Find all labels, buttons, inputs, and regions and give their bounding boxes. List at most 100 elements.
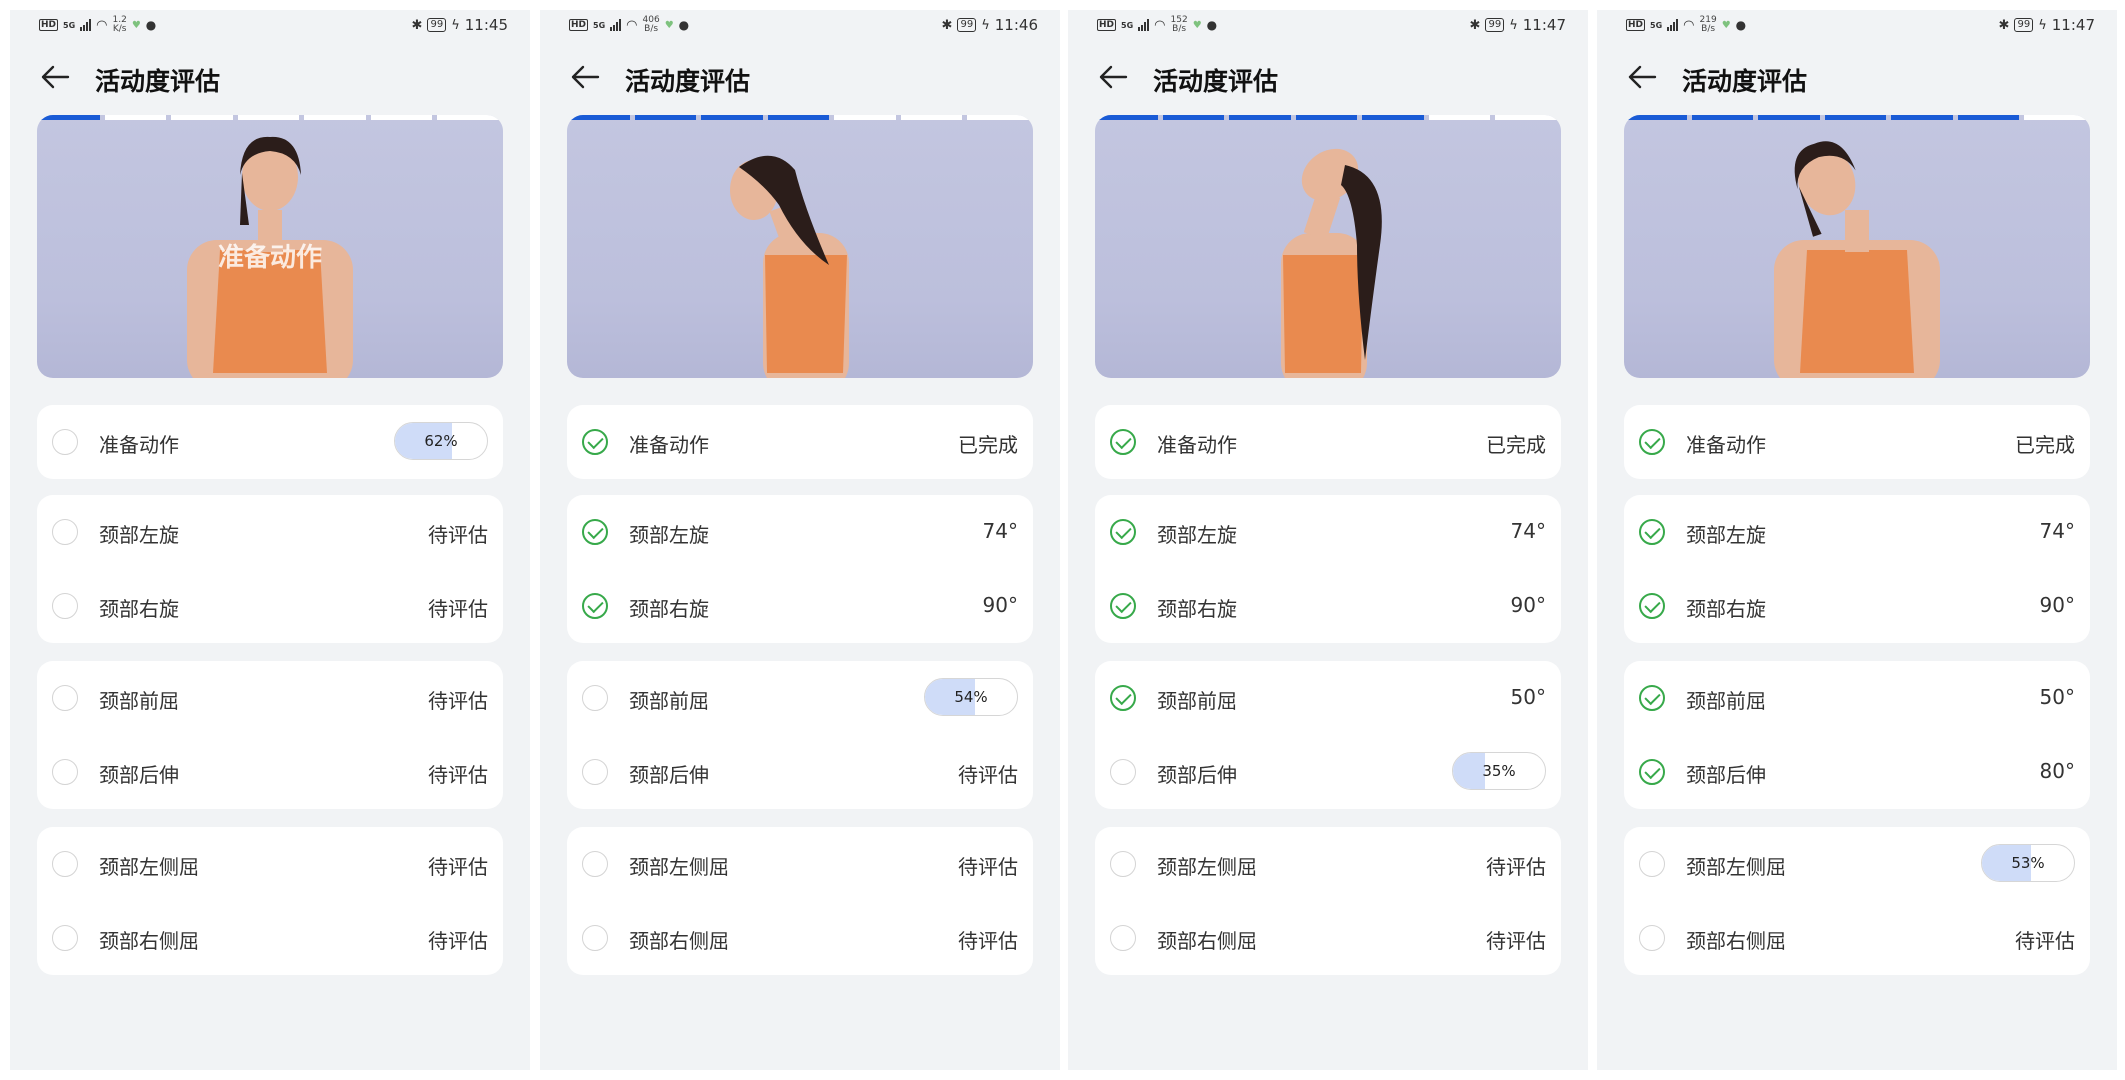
- battery-icon: 99: [2014, 18, 2034, 32]
- assessment-item-value: 待评估: [428, 597, 488, 621]
- model-figure: [1095, 115, 1561, 378]
- assessment-item[interactable]: 颈部左侧屈 待评估: [1095, 827, 1561, 901]
- header: 活动度评估: [1597, 52, 2117, 102]
- back-button[interactable]: [1627, 64, 1657, 90]
- back-button[interactable]: [570, 64, 600, 90]
- assessment-item[interactable]: 颈部后伸 35%: [1095, 735, 1561, 809]
- health-icon: ♥: [1721, 19, 1731, 31]
- page-title: 活动度评估: [1682, 67, 1808, 96]
- battery-icon: 99: [1485, 18, 1505, 32]
- charging-icon: ϟ: [981, 17, 990, 33]
- signal-icon: [80, 19, 92, 31]
- assessment-item[interactable]: 颈部左侧屈 待评估: [567, 827, 1033, 901]
- status-right: ✱ 99 ϟ 11:47: [1470, 16, 1566, 34]
- phone-screen-2: HD 5G ◠ 406 B/s ♥ ● ✱ 99 ϟ 11:46 活动度评估 准备动作 已完成 颈部左旋 7…: [540, 10, 1060, 1070]
- video-progress-segment: [1957, 115, 2020, 120]
- assessment-item[interactable]: 颈部右旋 90°: [1095, 569, 1561, 643]
- assessment-item[interactable]: 颈部右旋 待评估: [37, 569, 503, 643]
- assessment-item-label: 准备动作: [99, 433, 179, 457]
- message-icon: ●: [1735, 17, 1747, 32]
- assessment-progress-text: 54%: [954, 688, 988, 706]
- card-group-1: 准备动作 已完成: [567, 405, 1033, 479]
- card-group-1: 准备动作 62%: [37, 405, 503, 479]
- network-speed: 219 B/s: [1700, 16, 1717, 34]
- empty-circle-icon: [52, 851, 78, 877]
- assessment-item[interactable]: 颈部右侧屈 待评估: [567, 901, 1033, 975]
- check-circle-icon: [582, 593, 608, 619]
- assessment-item-value: 待评估: [958, 855, 1018, 879]
- network-speed: 152 B/s: [1171, 16, 1188, 34]
- video-progress-segment: [2024, 115, 2086, 120]
- assessment-item[interactable]: 颈部后伸 待评估: [567, 735, 1033, 809]
- back-button[interactable]: [1098, 64, 1128, 90]
- assessment-item-label: 准备动作: [1686, 433, 1766, 457]
- exercise-video[interactable]: [1095, 115, 1561, 378]
- network-speed-unit: B/s: [644, 24, 659, 34]
- exercise-video[interactable]: [567, 115, 1033, 378]
- video-progress-segment: [1824, 115, 1887, 120]
- network-5g-icon: 5G: [63, 20, 76, 30]
- empty-circle-icon: [52, 519, 78, 545]
- health-icon: ♥: [1192, 19, 1202, 31]
- assessment-item-label: 颈部左旋: [1157, 523, 1237, 547]
- assessment-progress-pill: 35%: [1452, 752, 1546, 790]
- assessment-item[interactable]: 颈部右侧屈 待评估: [37, 901, 503, 975]
- hd-icon: HD: [569, 19, 589, 31]
- status-time: 11:47: [2051, 16, 2095, 34]
- video-progress-segment: [1891, 115, 1953, 120]
- assessment-item-label: 颈部后伸: [99, 763, 179, 787]
- assessment-item-label: 颈部前屈: [1157, 689, 1237, 713]
- empty-circle-icon: [582, 851, 608, 877]
- card-group-4: 颈部左侧屈 待评估 颈部右侧屈 待评估: [37, 827, 503, 975]
- empty-circle-icon: [52, 685, 78, 711]
- assessment-item[interactable]: 颈部右侧屈 待评估: [1095, 901, 1561, 975]
- assessment-progress-text: 62%: [424, 432, 458, 450]
- hd-icon: HD: [1097, 19, 1117, 31]
- assessment-item[interactable]: 颈部左旋 待评估: [37, 495, 503, 569]
- charging-icon: ϟ: [2038, 17, 2047, 33]
- status-time: 11:46: [994, 16, 1038, 34]
- assessment-item[interactable]: 颈部左侧屈 53%: [1624, 827, 2090, 901]
- status-left: HD 5G ◠ 1.2 K/s ♥ ●: [39, 16, 156, 34]
- status-right: ✱ 99 ϟ 11:46: [942, 16, 1038, 34]
- assessment-item[interactable]: 颈部右旋 90°: [1624, 569, 2090, 643]
- assessment-item[interactable]: 颈部右侧屈 待评估: [1624, 901, 2090, 975]
- assessment-item-label: 颈部左侧屈: [99, 855, 199, 879]
- assessment-item[interactable]: 颈部前屈 54%: [567, 661, 1033, 735]
- exercise-video[interactable]: 准备动作: [37, 115, 503, 378]
- assessment-item[interactable]: 准备动作 已完成: [1624, 405, 2090, 479]
- network-speed-unit: B/s: [1701, 24, 1716, 34]
- wifi-icon: ◠: [1683, 17, 1695, 33]
- assessment-item[interactable]: 颈部前屈 待评估: [37, 661, 503, 735]
- assessment-item[interactable]: 颈部前屈 50°: [1095, 661, 1561, 735]
- wifi-icon: ◠: [1154, 17, 1166, 33]
- assessment-item[interactable]: 颈部右旋 90°: [567, 569, 1033, 643]
- check-circle-icon: [1639, 429, 1665, 455]
- assessment-item[interactable]: 颈部前屈 50°: [1624, 661, 2090, 735]
- assessment-item[interactable]: 颈部左旋 74°: [567, 495, 1033, 569]
- assessment-item[interactable]: 准备动作 已完成: [1095, 405, 1561, 479]
- video-progress-segment: [1096, 115, 1158, 120]
- charging-icon: ϟ: [451, 17, 460, 33]
- back-button[interactable]: [40, 64, 70, 90]
- assessment-item[interactable]: 颈部左旋 74°: [1624, 495, 2090, 569]
- assessment-item[interactable]: 颈部后伸 80°: [1624, 735, 2090, 809]
- screenshot-collage: HD 5G ◠ 1.2 K/s ♥ ● ✱ 99 ϟ 11:45 活动度评估 准备动作 准备动作 62% 颈…: [0, 0, 2125, 1080]
- header: 活动度评估: [1068, 52, 1588, 102]
- assessment-item-value: 90°: [1510, 593, 1546, 617]
- video-progress-segment: [900, 115, 963, 120]
- page-title: 活动度评估: [1153, 67, 1279, 96]
- signal-icon: [610, 19, 622, 31]
- empty-circle-icon: [1110, 925, 1136, 951]
- video-progress-segment: [1691, 115, 1754, 120]
- assessment-item[interactable]: 准备动作 已完成: [567, 405, 1033, 479]
- exercise-video[interactable]: [1624, 115, 2090, 378]
- assessment-item[interactable]: 准备动作 62%: [37, 405, 503, 479]
- assessment-item-label: 颈部前屈: [629, 689, 709, 713]
- assessment-item[interactable]: 颈部左侧屈 待评估: [37, 827, 503, 901]
- empty-circle-icon: [582, 925, 608, 951]
- assessment-item[interactable]: 颈部后伸 待评估: [37, 735, 503, 809]
- bluetooth-icon: ✱: [1998, 17, 2010, 33]
- assessment-item[interactable]: 颈部左旋 74°: [1095, 495, 1561, 569]
- status-right: ✱ 99 ϟ 11:47: [1999, 16, 2095, 34]
